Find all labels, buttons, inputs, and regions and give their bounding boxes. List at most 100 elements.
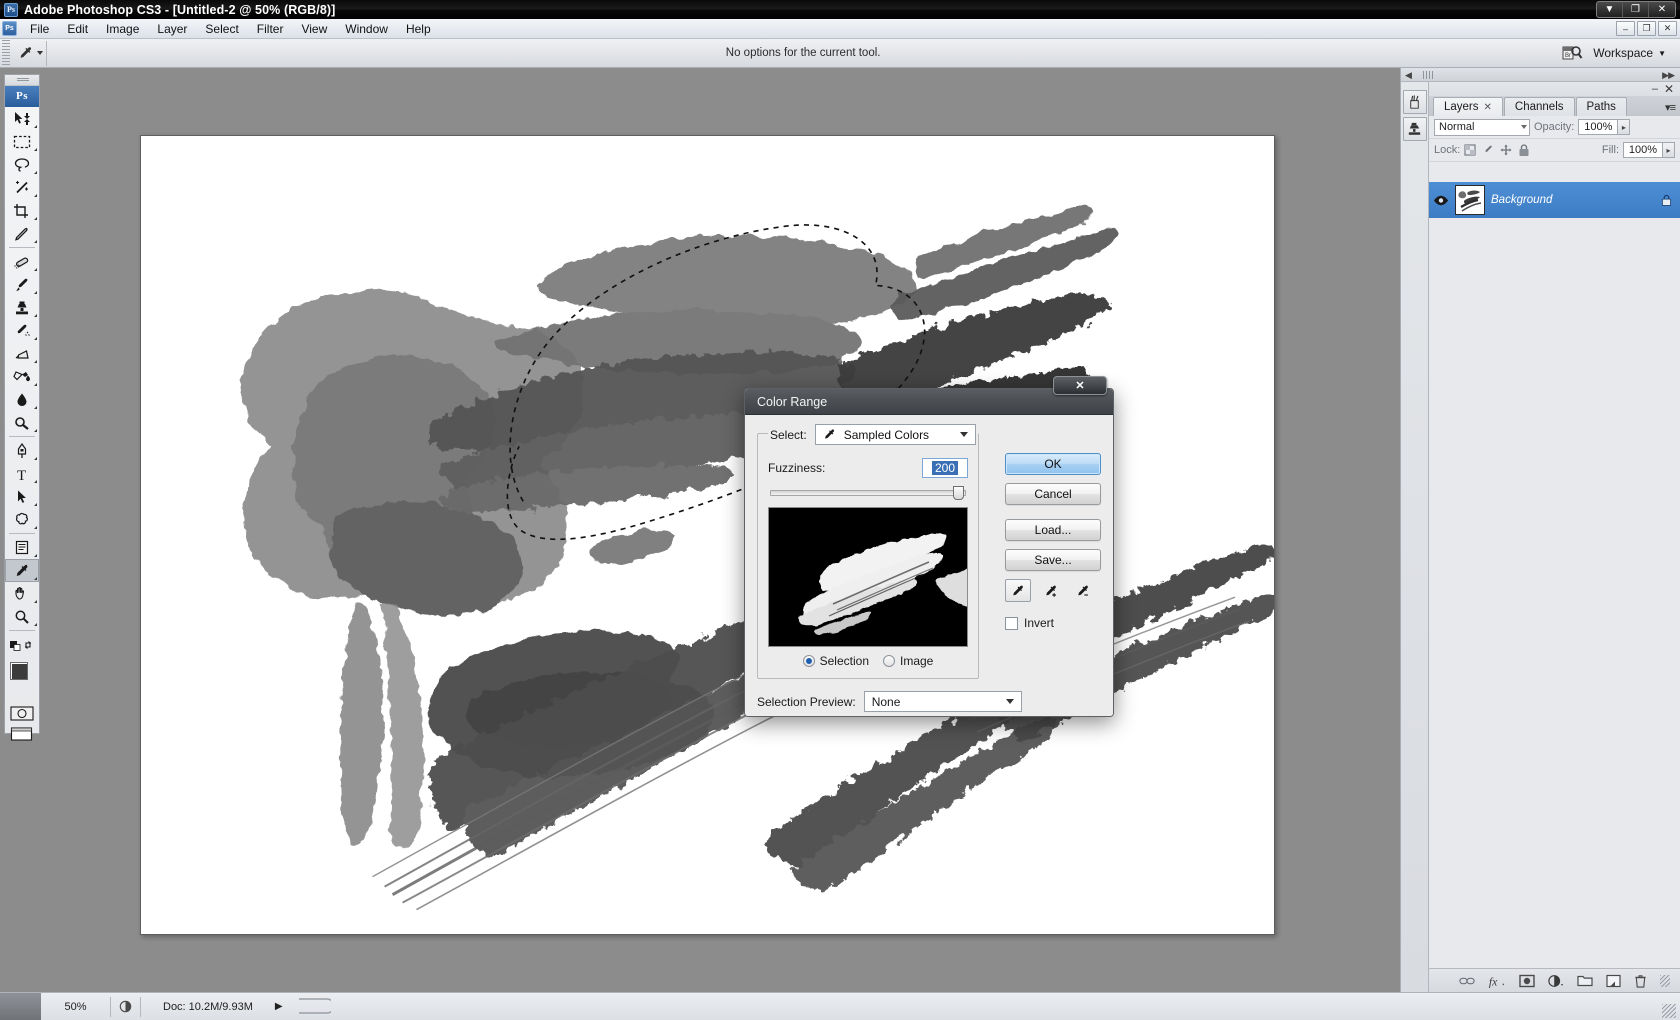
status-bar-scroll-handle[interactable]	[297, 997, 335, 1017]
color-swatches[interactable]	[5, 659, 39, 703]
move-tool[interactable]	[5, 107, 39, 130]
fuzziness-slider[interactable]	[770, 486, 966, 500]
eyedropper-add-button[interactable]	[1039, 579, 1063, 602]
opacity-input[interactable]: 100%	[1578, 119, 1619, 135]
clone-source-panel-button[interactable]	[1402, 117, 1427, 141]
tab-layers[interactable]: Layers ✕	[1433, 97, 1503, 116]
lock-position-icon[interactable]	[1500, 144, 1512, 156]
dock-collapse-bar[interactable]: ◀ ▶▶	[1401, 68, 1680, 82]
eyedropper-subtract-button[interactable]	[1071, 579, 1095, 602]
toolbox-grip[interactable]	[5, 75, 39, 86]
eyedropper-tool[interactable]	[5, 559, 39, 582]
radio-image[interactable]: Image	[883, 654, 933, 668]
eraser-tool[interactable]	[5, 342, 39, 365]
layer-list[interactable]: Background	[1429, 182, 1680, 964]
layer-name[interactable]: Background	[1491, 194, 1655, 206]
panel-minimize-button[interactable]: –	[1652, 83, 1658, 95]
panel-resize-grip[interactable]	[1660, 974, 1670, 987]
load-button[interactable]: Load...	[1005, 519, 1101, 541]
invert-checkbox[interactable]	[1005, 616, 1018, 630]
new-layer-icon[interactable]	[1606, 974, 1621, 988]
dodge-tool[interactable]	[5, 411, 39, 434]
dock-expand-icon[interactable]: ◀	[1405, 70, 1412, 81]
close-button[interactable]: ✕	[1649, 2, 1675, 17]
workspace-button[interactable]: Workspace ▼	[1593, 46, 1670, 60]
brushes-panel-button[interactable]	[1402, 90, 1427, 114]
doc-close-button[interactable]: ✕	[1658, 21, 1677, 36]
color-range-dialog[interactable]: Color Range ✕ Select: Sampled Colors Fuz…	[744, 376, 1114, 717]
crop-tool[interactable]	[5, 199, 39, 222]
menu-image[interactable]: Image	[97, 20, 148, 38]
screen-mode-toggle[interactable]	[5, 723, 39, 745]
save-button[interactable]: Save...	[1005, 549, 1101, 571]
menu-layer[interactable]: Layer	[148, 20, 196, 38]
custom-shape-tool[interactable]	[5, 508, 39, 531]
default-colors-swap[interactable]	[5, 633, 39, 656]
table-row[interactable]: Background	[1429, 182, 1680, 218]
dock-grip[interactable]	[1423, 71, 1433, 79]
pen-tool[interactable]	[5, 439, 39, 462]
current-tool-preset[interactable]	[13, 40, 47, 66]
fuzziness-slider-handle[interactable]	[953, 486, 964, 500]
layer-style-fx-icon[interactable]: fx	[1488, 974, 1506, 988]
layer-mask-icon[interactable]	[1519, 974, 1535, 988]
select-dropdown[interactable]: Sampled Colors	[814, 424, 976, 445]
delete-layer-icon[interactable]	[1634, 974, 1647, 988]
panel-menu-button[interactable]: ▾≡	[1665, 101, 1676, 114]
tab-layers-close-icon[interactable]: ✕	[1484, 102, 1492, 113]
link-layers-icon[interactable]	[1459, 975, 1475, 987]
window-resize-grip[interactable]	[1662, 1004, 1676, 1018]
healing-brush-tool[interactable]	[5, 250, 39, 273]
path-selection-tool[interactable]	[5, 485, 39, 508]
blend-mode-dropdown[interactable]: Normal	[1434, 118, 1530, 136]
doc-restore-button[interactable]: ❐	[1637, 21, 1656, 36]
cancel-button[interactable]: Cancel	[1005, 483, 1101, 505]
zoom-level-field[interactable]: 50%	[41, 996, 111, 1017]
rectangular-marquee-tool[interactable]	[5, 130, 39, 153]
quick-mask-toggle[interactable]	[5, 703, 39, 723]
bridge-icon[interactable]: Br	[1559, 41, 1585, 65]
gradient-tool[interactable]	[5, 365, 39, 388]
status-bar-menu-arrow[interactable]: ▶	[275, 1001, 291, 1012]
minimize-button[interactable]: ▼	[1597, 2, 1623, 17]
lock-all-icon[interactable]	[1518, 143, 1530, 157]
invert-checkbox-row[interactable]: Invert	[1005, 616, 1101, 630]
tab-channels[interactable]: Channels	[1503, 97, 1575, 116]
workspace-canvas-area[interactable]: Color Range ✕ Select: Sampled Colors Fuz…	[41, 68, 1400, 992]
menu-help[interactable]: Help	[397, 20, 440, 38]
tab-paths[interactable]: Paths	[1575, 97, 1627, 116]
layer-thumbnail[interactable]	[1455, 185, 1485, 215]
lock-image-icon[interactable]	[1482, 144, 1494, 156]
magic-wand-tool[interactable]	[5, 176, 39, 199]
brush-tool[interactable]	[5, 273, 39, 296]
selection-preview-dropdown[interactable]: None	[863, 691, 1022, 712]
new-group-icon[interactable]	[1577, 974, 1593, 987]
clone-stamp-tool[interactable]	[5, 296, 39, 319]
history-brush-tool[interactable]	[5, 319, 39, 342]
notes-tool[interactable]	[5, 536, 39, 559]
layer-visibility-toggle[interactable]	[1433, 195, 1449, 206]
adjustment-layer-icon[interactable]	[1548, 974, 1564, 988]
dock-collapse-icon[interactable]: ▶▶	[1662, 70, 1675, 81]
ok-button[interactable]: OK	[1005, 453, 1101, 475]
eyedropper-sample-button[interactable]	[1005, 579, 1031, 602]
lasso-tool[interactable]	[5, 153, 39, 176]
menu-file[interactable]: File	[21, 20, 58, 38]
menu-view[interactable]: View	[292, 20, 336, 38]
doc-minimize-button[interactable]: –	[1616, 21, 1635, 36]
selection-preview-thumbnail[interactable]	[768, 507, 968, 647]
menu-window[interactable]: Window	[336, 20, 397, 38]
menu-filter[interactable]: Filter	[248, 20, 293, 38]
options-bar-grip[interactable]	[2, 39, 10, 67]
dialog-close-button[interactable]: ✕	[1053, 376, 1107, 395]
menu-edit[interactable]: Edit	[58, 20, 97, 38]
fill-input[interactable]: 100%	[1623, 142, 1663, 158]
lock-transparent-icon[interactable]	[1464, 144, 1476, 156]
type-tool[interactable]: T	[5, 462, 39, 485]
menu-select[interactable]: Select	[196, 20, 247, 38]
panel-close-button[interactable]: ✕	[1664, 82, 1674, 96]
restore-button[interactable]: ❐	[1623, 2, 1649, 17]
opacity-stepper[interactable]: ▸	[1618, 119, 1631, 135]
radio-selection[interactable]: Selection	[802, 654, 869, 668]
foreground-color-swatch[interactable]	[10, 662, 28, 680]
